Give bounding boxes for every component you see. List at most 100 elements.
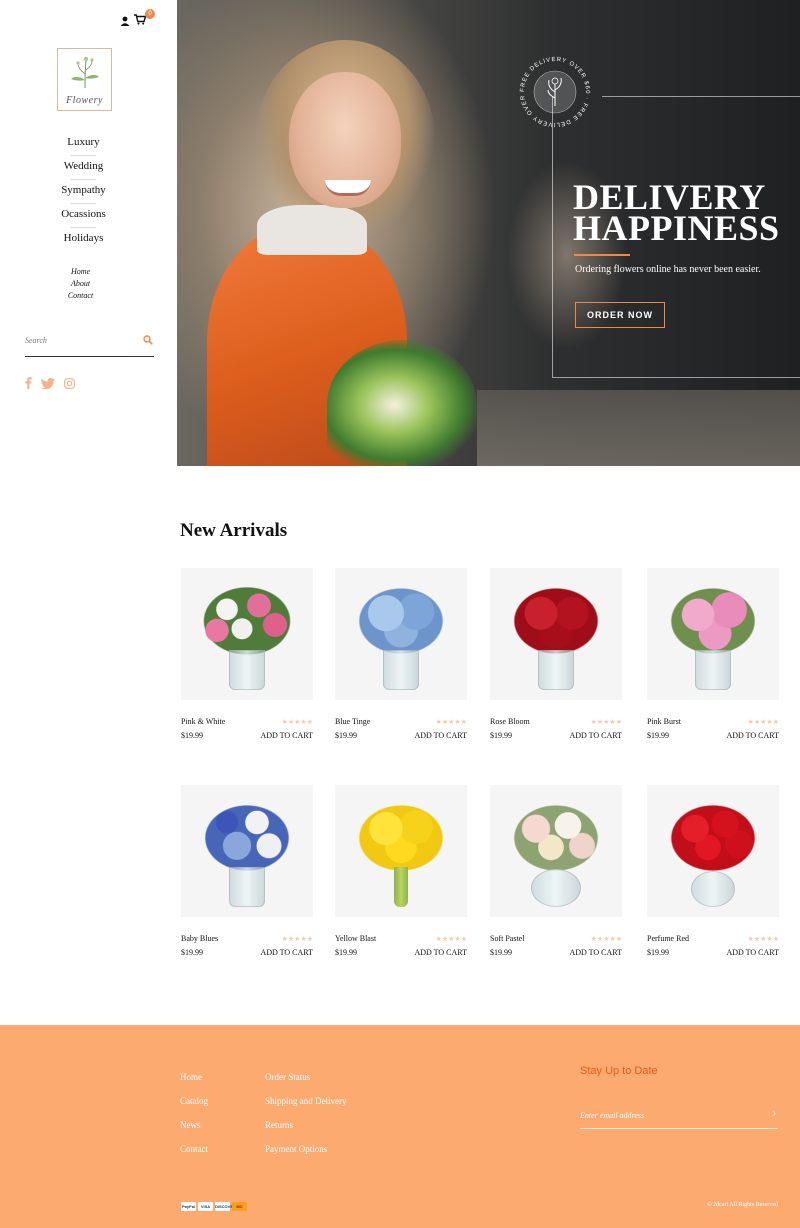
product-name[interactable]: Pink Burst bbox=[647, 717, 681, 726]
add-to-cart-button[interactable]: ADD TO CART bbox=[569, 731, 622, 740]
sidebar: 0 Flowery Luxury Wedding Sympathy Ocassi… bbox=[0, 0, 177, 466]
footer-link-contact[interactable]: Contact bbox=[180, 1137, 208, 1161]
chevron-right-icon[interactable]: › bbox=[773, 1108, 776, 1119]
product-card: Yellow Blast ★★★★★ $19.99 ADD TO CART bbox=[335, 785, 470, 957]
payment-methods: PayPal VISA DISCOVER MC bbox=[181, 1202, 247, 1211]
glass-vase bbox=[691, 871, 735, 907]
product-name[interactable]: Yellow Blast bbox=[335, 934, 376, 943]
product-image[interactable] bbox=[647, 568, 779, 700]
facebook-icon[interactable] bbox=[25, 377, 32, 389]
email-input[interactable] bbox=[580, 1108, 750, 1120]
product-name[interactable]: Baby Blues bbox=[181, 934, 218, 943]
flower-stems bbox=[394, 867, 408, 907]
newsletter-form: › bbox=[580, 1105, 778, 1129]
visa-icon: VISA bbox=[198, 1202, 213, 1211]
product-image[interactable] bbox=[181, 785, 313, 917]
new-arrivals-title: New Arrivals bbox=[180, 520, 288, 541]
twitter-icon[interactable] bbox=[41, 377, 55, 389]
product-name[interactable]: Rose Bloom bbox=[490, 717, 530, 726]
product-image[interactable] bbox=[647, 785, 779, 917]
secondary-nav: Home About Contact bbox=[0, 266, 161, 302]
footer-link-order-status[interactable]: Order Status bbox=[265, 1065, 347, 1089]
glass-vase bbox=[531, 869, 581, 907]
flower-arrangement bbox=[663, 582, 763, 660]
footer-link-catalog[interactable]: Catalog bbox=[180, 1089, 208, 1113]
footer-link-news[interactable]: News bbox=[180, 1113, 208, 1137]
copyright-text: © 2dcart All Rights Reserved bbox=[707, 1202, 778, 1208]
add-to-cart-button[interactable]: ADD TO CART bbox=[260, 731, 313, 740]
flower-arrangement bbox=[351, 799, 451, 877]
nav-ocassions[interactable]: Ocassions bbox=[0, 206, 167, 230]
hero-tulip-bouquet bbox=[327, 340, 477, 466]
footer-link-payment[interactable]: Payment Options bbox=[265, 1137, 347, 1161]
rating-stars: ★★★★★ bbox=[281, 717, 313, 726]
hero-woman-collar bbox=[257, 205, 367, 255]
hero-banner: FREE DELIVERY OVER $60 · FREE DELIVERY O… bbox=[177, 0, 800, 466]
add-to-cart-button[interactable]: ADD TO CART bbox=[726, 731, 779, 740]
product-card: Blue Tinge ★★★★★ $19.99 ADD TO CART bbox=[335, 568, 470, 740]
nav-home[interactable]: Home bbox=[0, 266, 161, 278]
search-input[interactable] bbox=[25, 331, 135, 345]
product-image[interactable] bbox=[181, 568, 313, 700]
social-links bbox=[25, 377, 75, 389]
product-card: Soft Pastel ★★★★★ $19.99 ADD TO CART bbox=[490, 785, 625, 957]
footer-link-returns[interactable]: Returns bbox=[265, 1113, 347, 1137]
nav-holidays[interactable]: Holidays bbox=[0, 230, 167, 254]
search-box bbox=[25, 330, 154, 357]
paypal-icon: PayPal bbox=[181, 1202, 196, 1211]
cart-icon bbox=[134, 14, 146, 25]
mastercard-icon: MC bbox=[232, 1202, 247, 1211]
product-price: $19.99 bbox=[647, 731, 669, 740]
cart-button[interactable]: 0 bbox=[134, 9, 155, 28]
footer-link-shipping[interactable]: Shipping and Delivery bbox=[265, 1089, 347, 1113]
order-now-button[interactable]: ORDER NOW bbox=[575, 302, 665, 328]
flower-arrangement bbox=[506, 582, 606, 660]
user-icon[interactable] bbox=[120, 16, 130, 26]
nav-luxury[interactable]: Luxury bbox=[0, 134, 167, 158]
rating-stars: ★★★★★ bbox=[281, 934, 313, 943]
rating-stars: ★★★★★ bbox=[590, 717, 622, 726]
add-to-cart-button[interactable]: ADD TO CART bbox=[569, 948, 622, 957]
flower-logo-icon bbox=[70, 57, 99, 89]
product-name[interactable]: Perfume Red bbox=[647, 934, 689, 943]
rating-stars: ★★★★★ bbox=[747, 717, 779, 726]
hero-title-underline bbox=[574, 254, 630, 256]
product-card: Perfume Red ★★★★★ $19.99 ADD TO CART bbox=[647, 785, 782, 957]
brand-logo[interactable]: Flowery bbox=[57, 48, 112, 111]
product-card: Pink Burst ★★★★★ $19.99 ADD TO CART bbox=[647, 568, 782, 740]
product-price: $19.99 bbox=[647, 948, 669, 957]
site-footer: Home Catalog News Contact Order Status S… bbox=[0, 1025, 800, 1228]
nav-about[interactable]: About bbox=[0, 278, 161, 290]
add-to-cart-button[interactable]: ADD TO CART bbox=[726, 948, 779, 957]
glass-vase bbox=[695, 650, 731, 690]
add-to-cart-button[interactable]: ADD TO CART bbox=[414, 948, 467, 957]
nav-contact[interactable]: Contact bbox=[0, 290, 161, 302]
product-name[interactable]: Soft Pastel bbox=[490, 934, 524, 943]
search-icon[interactable] bbox=[143, 335, 153, 345]
product-image[interactable] bbox=[490, 785, 622, 917]
product-image[interactable] bbox=[490, 568, 622, 700]
rating-stars: ★★★★★ bbox=[435, 717, 467, 726]
rating-stars: ★★★★★ bbox=[747, 934, 779, 943]
product-price: $19.99 bbox=[181, 948, 203, 957]
hero-frame-top-line bbox=[602, 96, 800, 97]
product-card: Pink & White ★★★★★ $19.99 ADD TO CART bbox=[181, 568, 316, 740]
nav-sympathy[interactable]: Sympathy bbox=[0, 182, 167, 206]
product-image[interactable] bbox=[335, 568, 467, 700]
hero-title: DELIVERY HAPPINESS bbox=[573, 177, 780, 248]
add-to-cart-button[interactable]: ADD TO CART bbox=[414, 731, 467, 740]
hero-street bbox=[477, 390, 800, 466]
product-price: $19.99 bbox=[490, 731, 512, 740]
add-to-cart-button[interactable]: ADD TO CART bbox=[260, 948, 313, 957]
flower-arrangement bbox=[197, 799, 297, 877]
footer-link-home[interactable]: Home bbox=[180, 1065, 208, 1089]
nav-wedding[interactable]: Wedding bbox=[0, 158, 167, 182]
product-name[interactable]: Blue Tinge bbox=[335, 717, 370, 726]
flower-arrangement bbox=[663, 799, 763, 877]
product-image[interactable] bbox=[335, 785, 467, 917]
instagram-icon[interactable] bbox=[64, 377, 75, 389]
product-name[interactable]: Pink & White bbox=[181, 717, 225, 726]
flower-arrangement bbox=[197, 582, 297, 660]
header-icons: 0 bbox=[120, 9, 155, 28]
glass-vase bbox=[229, 867, 265, 907]
